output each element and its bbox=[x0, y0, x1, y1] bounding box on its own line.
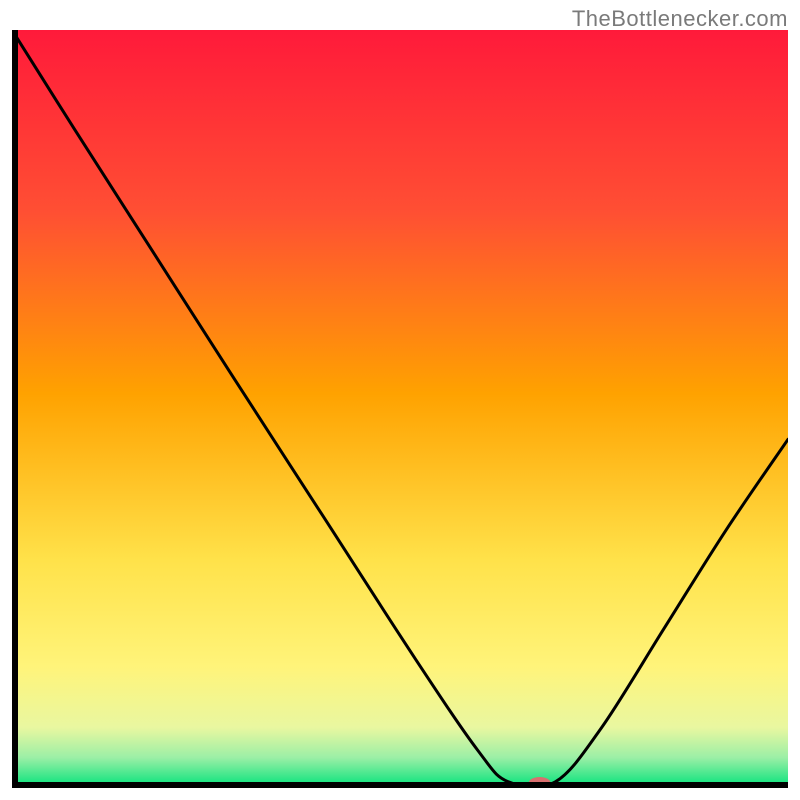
y-axis-line bbox=[12, 30, 18, 788]
background-gradient bbox=[12, 30, 788, 788]
plot-frame bbox=[12, 30, 788, 788]
x-axis-line bbox=[12, 782, 788, 788]
plot-area bbox=[12, 30, 788, 788]
watermark-text: TheBottlenecker.com bbox=[572, 6, 788, 32]
chart-root: TheBottlenecker.com bbox=[0, 0, 800, 800]
